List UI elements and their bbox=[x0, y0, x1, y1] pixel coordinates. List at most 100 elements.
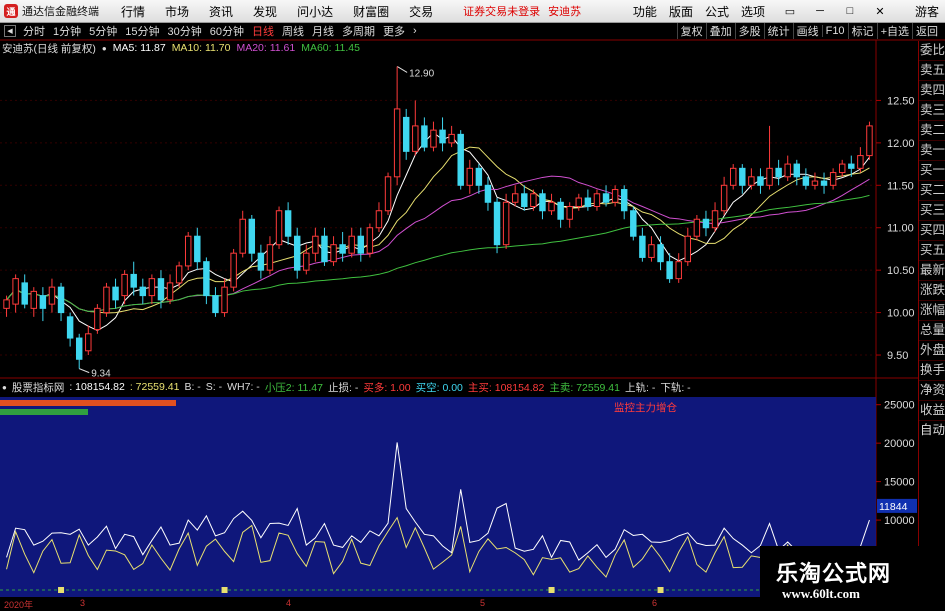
candle-body bbox=[412, 125, 419, 152]
sidebar-item-sell2[interactable]: 卖二 bbox=[919, 121, 945, 141]
candle-body bbox=[85, 333, 92, 352]
indicator-xiagui: 下轨: - bbox=[660, 381, 691, 394]
indicator-b: B: - bbox=[184, 381, 201, 393]
candle-body bbox=[30, 290, 38, 309]
ma60-value: MA60: 11.45 bbox=[301, 42, 360, 54]
auto-button[interactable]: 自动 bbox=[919, 421, 945, 440]
candle-body bbox=[257, 252, 265, 271]
sidebar-item-buy1[interactable]: 买一 bbox=[919, 161, 945, 181]
sidebar-item-volume[interactable]: 总量 bbox=[919, 321, 945, 341]
candle-body bbox=[130, 273, 137, 288]
candle-body bbox=[203, 261, 210, 297]
indicator-tick-label: 20000 bbox=[884, 438, 915, 450]
candle-body bbox=[339, 244, 346, 254]
sidebar-item-sell3[interactable]: 卖三 bbox=[919, 101, 945, 121]
candle-body bbox=[857, 155, 864, 169]
chart-title: 安迪苏(日线 前复权) bbox=[2, 42, 96, 55]
ma10-value: MA10: 11.70 bbox=[171, 42, 231, 54]
candle-body bbox=[748, 176, 755, 186]
candle-body bbox=[620, 189, 628, 212]
candle-body bbox=[94, 307, 101, 331]
indicator-current-label: 11844 bbox=[879, 501, 908, 513]
candle-body bbox=[275, 210, 283, 246]
sidebar-item-weibi[interactable]: 委比 bbox=[919, 41, 945, 61]
date-label-3: 3 bbox=[80, 598, 86, 608]
candle-body bbox=[611, 189, 619, 203]
candle-body bbox=[230, 252, 237, 288]
candle-body bbox=[539, 193, 546, 212]
candle-body bbox=[793, 163, 801, 178]
candle-body bbox=[684, 235, 692, 263]
candle-body bbox=[21, 282, 28, 305]
candle-body bbox=[802, 176, 810, 186]
low-label: 9.34 bbox=[91, 369, 111, 380]
candle-body bbox=[648, 244, 655, 258]
candle-body bbox=[502, 201, 510, 246]
sidebar-item-latest[interactable]: 最新 bbox=[919, 261, 945, 281]
candle-body bbox=[3, 299, 10, 309]
candle-body bbox=[12, 278, 19, 305]
sidebar-item-sell5[interactable]: 卖五 bbox=[919, 61, 945, 81]
price-tick-label: 10.50 bbox=[887, 265, 915, 277]
candle-body bbox=[630, 210, 637, 237]
indicator-info-bar: ● 股票指标网 : 108154.82 : 72559.41 B: - S: -… bbox=[2, 380, 691, 394]
candle-body bbox=[184, 235, 192, 267]
candle-body bbox=[166, 282, 174, 301]
dot-icon-2: ● bbox=[2, 382, 7, 392]
candle-body bbox=[348, 235, 355, 254]
indicator-xiaoya: 小压2: 11.47 bbox=[264, 381, 323, 394]
date-axis: 2020年 3 4 5 6 bbox=[0, 598, 876, 610]
candle-body bbox=[838, 163, 846, 174]
candle-body bbox=[602, 193, 610, 203]
sidebar-item-turnover[interactable]: 换手 bbox=[919, 361, 945, 381]
ma-info-bar: 安迪苏(日线 前复权) ● MA5: 11.87 MA10: 11.70 MA2… bbox=[2, 41, 360, 55]
candle-body bbox=[321, 235, 328, 263]
candle-body bbox=[575, 197, 583, 208]
candle-body bbox=[212, 295, 219, 314]
sidebar-item-netasset[interactable]: 净资 bbox=[919, 381, 945, 401]
indicator-v2: : 72559.41 bbox=[129, 381, 180, 393]
sidebar-item-buy4[interactable]: 买四 bbox=[919, 221, 945, 241]
indicator-maikong: 买空: 0.00 bbox=[415, 381, 463, 394]
candle-body bbox=[784, 163, 791, 178]
candle-body bbox=[820, 180, 828, 186]
candle-body bbox=[639, 235, 646, 258]
sidebar-item-sell1[interactable]: 卖一 bbox=[919, 141, 945, 161]
kline-chart[interactable]: 12.50 12.00 11.50 11.00 10.50 10.00 9.50 12.90… bbox=[0, 0, 945, 609]
candle-body bbox=[121, 273, 128, 297]
sidebar-item-buy2[interactable]: 买二 bbox=[919, 181, 945, 201]
candle-body bbox=[657, 244, 664, 263]
candle-body bbox=[175, 265, 183, 284]
candle-body bbox=[866, 125, 873, 157]
indicator-monitor-label: 监控主力增仓 bbox=[614, 401, 677, 414]
date-label-5: 5 bbox=[480, 598, 486, 608]
candle-body bbox=[357, 235, 365, 254]
sidebar-item-outer[interactable]: 外盘 bbox=[919, 341, 945, 361]
candle-body bbox=[430, 129, 437, 148]
signal-marker bbox=[221, 587, 228, 593]
candle-body bbox=[293, 235, 301, 271]
candle-body bbox=[484, 184, 492, 203]
sidebar-item-buy3[interactable]: 买三 bbox=[919, 201, 945, 221]
indicator-zhumai2: 主卖: 72559.41 bbox=[549, 381, 620, 394]
sidebar-item-sell4[interactable]: 卖四 bbox=[919, 81, 945, 101]
watermark-title: 乐淘公式网 bbox=[776, 561, 892, 586]
indicator-red-bar bbox=[0, 400, 176, 406]
candle-body bbox=[103, 286, 110, 314]
candle-body bbox=[194, 235, 201, 263]
candle-body bbox=[848, 163, 855, 169]
indicator-v1: : 108154.82 bbox=[69, 381, 125, 393]
candle-body bbox=[402, 116, 410, 152]
sidebar-item-change[interactable]: 涨跌 bbox=[919, 281, 945, 301]
signal-marker bbox=[657, 587, 664, 593]
candle-body bbox=[48, 286, 56, 305]
candle-body bbox=[584, 197, 592, 208]
low-pointer bbox=[79, 368, 90, 374]
high-label: 12.90 bbox=[409, 68, 434, 79]
candle-body bbox=[775, 167, 782, 178]
sidebar-item-buy5[interactable]: 买五 bbox=[919, 241, 945, 261]
sidebar-item-earnings[interactable]: 收益 bbox=[919, 401, 945, 421]
indicator-name[interactable]: 股票指标网 bbox=[12, 380, 65, 395]
candle-body bbox=[75, 337, 83, 360]
sidebar-item-change-pct[interactable]: 涨幅 bbox=[919, 301, 945, 321]
